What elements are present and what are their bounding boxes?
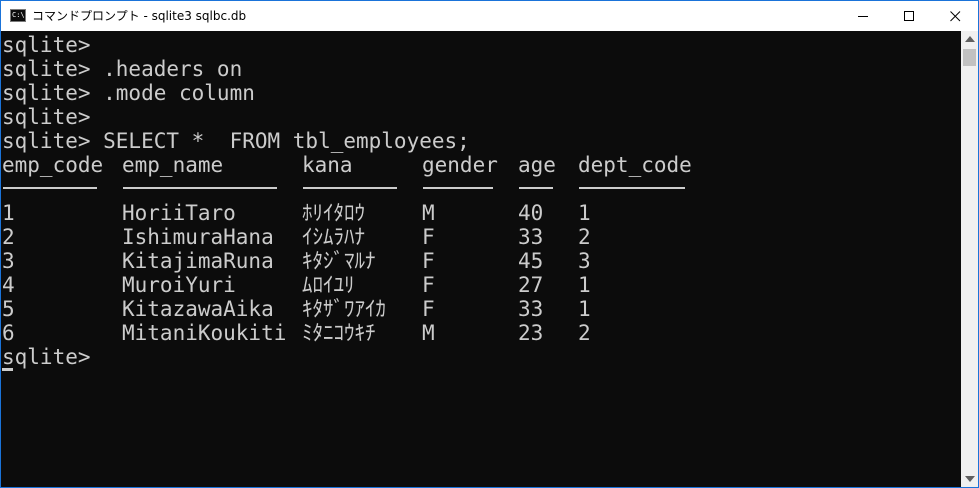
cell-age: 33 — [518, 297, 544, 321]
column-header-dept-code: dept_code — [578, 153, 692, 177]
cell-emp-code: 2 — [2, 225, 15, 249]
cell-dept-code: 2 — [578, 225, 591, 249]
command-prompt-window: C:\ コマンドプロンプト - sqlite3 sqlbc.db sqlite>… — [0, 0, 979, 488]
separator-dash — [579, 187, 685, 189]
minimize-button[interactable] — [840, 1, 886, 31]
close-button[interactable] — [932, 1, 978, 31]
vertical-scrollbar[interactable] — [961, 31, 978, 487]
cell-kana: ﾑﾛｲﾕﾘ — [302, 273, 355, 297]
console-output[interactable]: sqlite> sqlite> .headers on sqlite> .mod… — [1, 31, 961, 487]
cell-age: 23 — [518, 321, 544, 345]
text-cursor — [2, 368, 13, 371]
cell-kana: ｷﾀｻﾞﾜｱｲｶ — [302, 297, 386, 321]
cell-kana: ﾐﾀﾆｺｳｷﾁ — [302, 321, 376, 345]
cell-dept-code: 1 — [578, 273, 591, 297]
console-line: sqlite> .headers on — [2, 57, 243, 81]
cell-dept-code: 2 — [578, 321, 591, 345]
separator-dash — [123, 187, 277, 189]
cell-emp-code: 6 — [2, 321, 15, 345]
separator-dash — [3, 187, 97, 189]
window-title: コマンドプロンプト - sqlite3 sqlbc.db — [32, 9, 247, 23]
column-header-emp-name: emp_name — [122, 153, 224, 177]
cell-age: 45 — [518, 249, 544, 273]
column-header-age: age — [518, 153, 556, 177]
cell-emp-code: 5 — [2, 297, 15, 321]
scroll-down-arrow-icon[interactable] — [965, 476, 975, 482]
cell-gender: M — [422, 201, 435, 225]
column-header-emp-code: emp_code — [2, 153, 104, 177]
scroll-up-arrow-icon[interactable] — [965, 36, 975, 42]
cell-gender: F — [422, 249, 435, 273]
column-header-kana: kana — [302, 153, 353, 177]
cell-kana: ﾎﾘｲﾀﾛｳ — [302, 201, 365, 225]
cell-gender: F — [422, 297, 435, 321]
separator-dash — [303, 187, 397, 189]
cell-emp-name: HoriiTaro — [122, 201, 236, 225]
cell-emp-code: 3 — [2, 249, 15, 273]
cell-emp-name: KitazawaAika — [122, 297, 274, 321]
console-line: sqlite> — [2, 105, 91, 129]
cell-emp-code: 1 — [2, 201, 15, 225]
cell-age: 27 — [518, 273, 544, 297]
close-icon — [950, 11, 961, 22]
cell-dept-code: 1 — [578, 297, 591, 321]
cell-dept-code: 1 — [578, 201, 591, 225]
console-line: sqlite> .mode column — [2, 81, 255, 105]
cell-emp-name: KitajimaRuna — [122, 249, 274, 273]
scrollbar-thumb[interactable] — [963, 49, 976, 66]
console-line: sqlite> — [2, 33, 91, 57]
cell-gender: M — [422, 321, 435, 345]
column-header-gender: gender — [422, 153, 498, 177]
cell-gender: F — [422, 225, 435, 249]
cell-kana: ｷﾀｼﾞﾏﾙﾅ — [302, 249, 376, 273]
cell-age: 33 — [518, 225, 544, 249]
separator-dash — [519, 187, 553, 189]
console-prompt: sqlite> — [2, 345, 91, 369]
cell-emp-name: IshimuraHana — [122, 225, 274, 249]
console-line: sqlite> SELECT * FROM tbl_employees; — [2, 129, 470, 153]
cell-age: 40 — [518, 201, 544, 225]
cell-gender: F — [422, 273, 435, 297]
separator-dash — [423, 187, 493, 189]
title-bar[interactable]: C:\ コマンドプロンプト - sqlite3 sqlbc.db — [1, 1, 978, 31]
minimize-icon — [858, 16, 868, 17]
console-app-icon[interactable]: C:\ — [10, 9, 26, 22]
console-app-icon-label: C:\ — [12, 11, 25, 19]
maximize-icon — [904, 11, 914, 21]
cell-emp-name: MuroiYuri — [122, 273, 236, 297]
cell-emp-code: 4 — [2, 273, 15, 297]
cell-kana: ｲｼﾑﾗﾊﾅ — [302, 225, 365, 249]
cell-emp-name: MitaniKoukiti — [122, 321, 287, 345]
maximize-button[interactable] — [886, 1, 932, 31]
cell-dept-code: 3 — [578, 249, 591, 273]
